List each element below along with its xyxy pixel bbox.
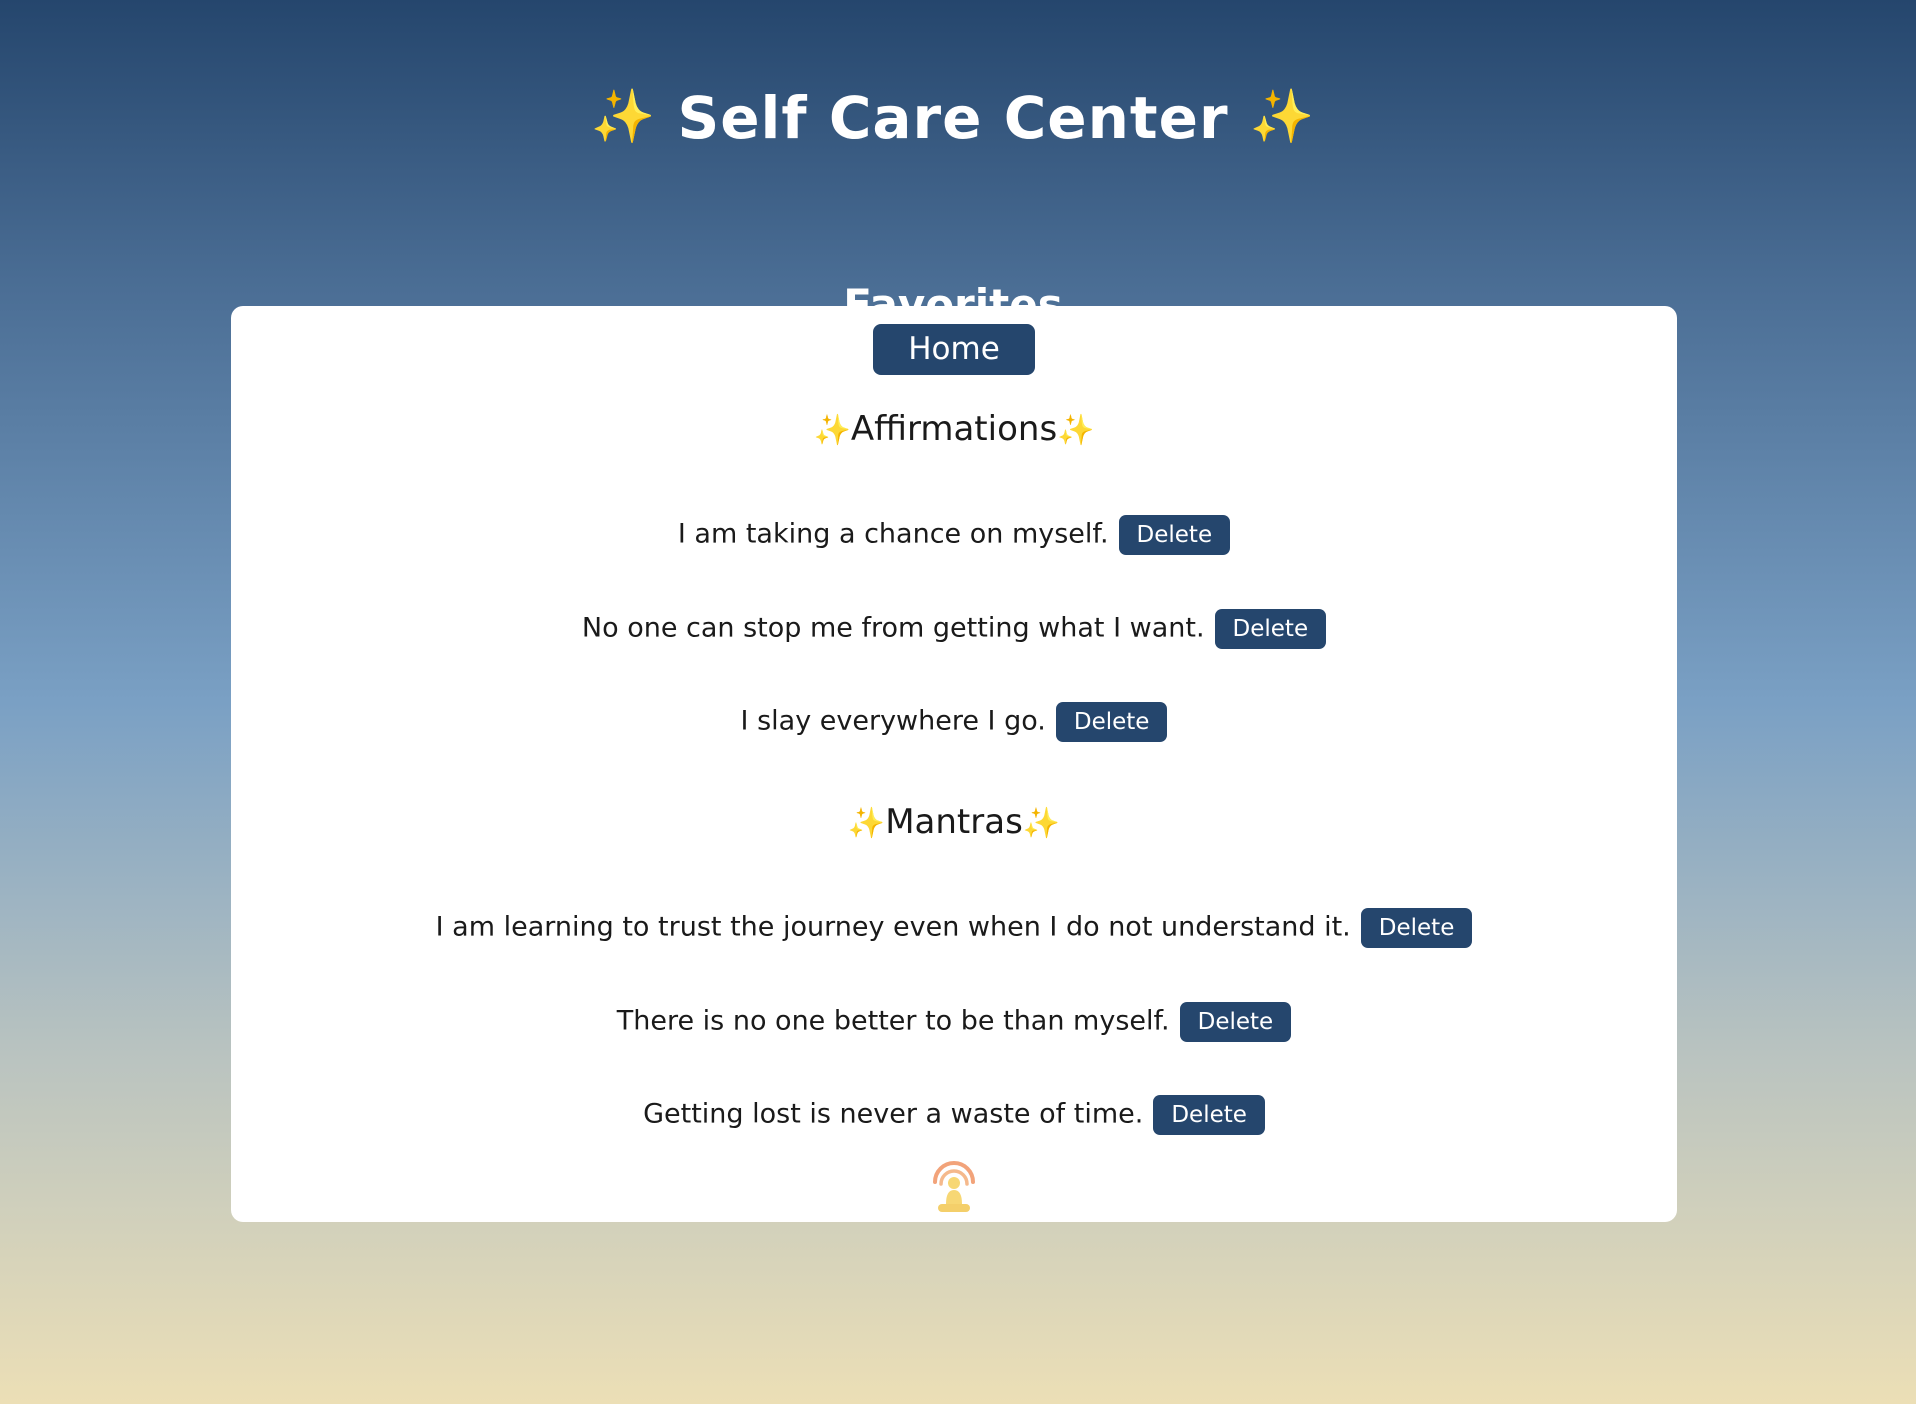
mantra-text: Getting lost is never a waste of time. (643, 1098, 1144, 1130)
list-item: No one can stop me from getting what I w… (231, 607, 1677, 649)
affirmation-text: I am taking a chance on myself. (677, 518, 1109, 550)
delete-button[interactable]: Delete (1153, 1094, 1265, 1135)
favorites-panel: Home ✨Affirmations✨ I am taking a chance… (231, 306, 1677, 1222)
sparkle-icon: ✨ (590, 86, 657, 147)
home-button[interactable]: Home (873, 324, 1035, 375)
app-title: ✨ Self Care Center ✨ (0, 81, 1906, 154)
mantras-heading: ✨Mantras✨ (231, 800, 1677, 846)
delete-button[interactable]: Delete (1055, 701, 1168, 742)
delete-button[interactable]: Delete (1118, 514, 1231, 555)
delete-button[interactable]: Delete (1214, 608, 1327, 649)
delete-button[interactable]: Delete (1360, 907, 1473, 948)
affirmations-heading-text: Affirmations (850, 409, 1058, 449)
delete-button[interactable]: Delete (1179, 1001, 1292, 1042)
sparkle-icon: ✨ (847, 806, 886, 841)
mantras-heading-text: Mantras (885, 802, 1023, 842)
list-item: I am taking a chance on myself. Delete (231, 513, 1677, 555)
app-title-text: Self Care Center (677, 83, 1229, 152)
mantra-text: There is no one better to be than myself… (616, 1005, 1170, 1037)
meditation-bell-icon (933, 1161, 975, 1212)
affirmation-text: No one can stop me from getting what I w… (581, 612, 1205, 644)
list-item: I slay everywhere I go. Delete (231, 700, 1677, 742)
list-item: Getting lost is never a waste of time. De… (231, 1093, 1677, 1135)
sparkle-icon: ✨ (1249, 86, 1316, 147)
sparkle-icon: ✨ (1022, 806, 1061, 841)
list-item: I am learning to trust the journey even … (231, 906, 1677, 948)
mantra-text: I am learning to trust the journey even … (435, 911, 1351, 943)
affirmation-text: I slay everywhere I go. (740, 705, 1046, 737)
affirmations-heading: ✨Affirmations✨ (231, 407, 1677, 453)
sparkle-icon: ✨ (1057, 413, 1095, 448)
list-item: There is no one better to be than myself… (231, 1000, 1677, 1042)
sparkle-icon: ✨ (813, 413, 851, 448)
